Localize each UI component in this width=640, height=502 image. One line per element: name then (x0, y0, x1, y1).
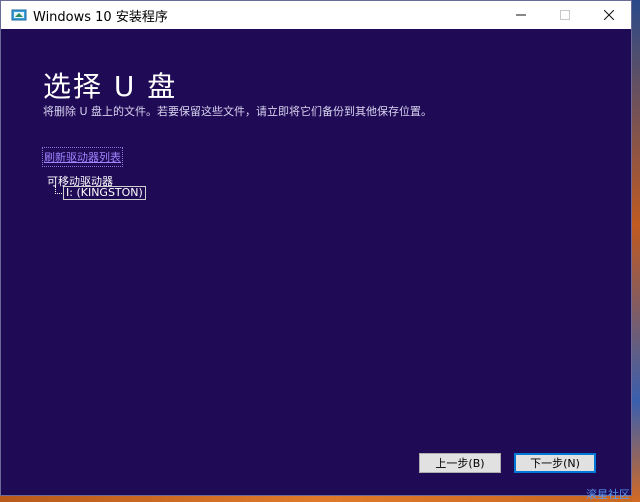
window-content: 选择 U 盘 将删除 U 盘上的文件。若要保留这些文件，请立即将它们备份到其他保… (1, 29, 631, 495)
window-title: Windows 10 安装程序 (33, 9, 168, 25)
refresh-drive-list-link[interactable]: 刷新驱动器列表 (42, 147, 123, 167)
tree-item-drive[interactable]: I: (KINGSTON) (63, 186, 146, 200)
tree-connector (55, 186, 62, 194)
windows-setup-icon (11, 9, 27, 21)
close-icon (604, 10, 614, 20)
minimize-icon (516, 14, 526, 16)
watermark-text: 滚星社区 (586, 488, 630, 501)
page-subtitle: 将删除 U 盘上的文件。若要保留这些文件，请立即将它们备份到其他保存位置。 (43, 105, 433, 118)
back-button[interactable]: 上一步(B) (419, 453, 501, 473)
minimize-button[interactable] (499, 1, 543, 29)
maximize-button[interactable] (543, 1, 587, 29)
desktop-background (632, 0, 640, 502)
maximize-icon (560, 10, 570, 20)
close-button[interactable] (587, 1, 631, 29)
window-controls (499, 1, 631, 29)
next-button[interactable]: 下一步(N) (514, 453, 596, 473)
setup-window: Windows 10 安装程序 选择 U 盘 将删除 U 盘上的文件。若要保留这… (0, 0, 632, 496)
page-title: 选择 U 盘 (43, 70, 178, 103)
title-bar[interactable]: Windows 10 安装程序 (1, 1, 631, 29)
